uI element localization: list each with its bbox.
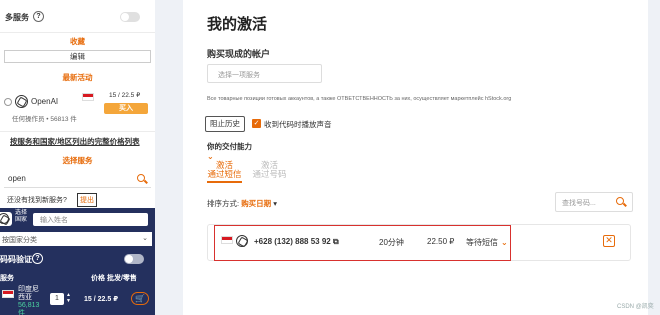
multi-service-label: 多服务 xyxy=(5,13,29,22)
sidebar: 多服务 ? 收藏 编辑 最新活动 OpenAI 15 / 22.5 ₽ 买入 任… xyxy=(0,0,155,315)
name-input[interactable]: 输入姓名 xyxy=(33,213,148,226)
country-cell: 印度尼西亚 56,813 件 xyxy=(18,286,44,315)
buy-ready-accounts-label: 购买现成的帐户 xyxy=(207,49,271,59)
service-logo-tab xyxy=(0,212,12,226)
sound-checkbox[interactable]: ✓ xyxy=(252,119,261,128)
radio-icon[interactable] xyxy=(4,98,12,106)
not-found-question: 还没有找到新服务? xyxy=(7,197,67,204)
not-found-row: 还没有找到新服务? 提出 xyxy=(0,193,155,207)
sort-value[interactable]: 购买日期 xyxy=(241,199,271,208)
help-icon[interactable]: ? xyxy=(32,253,43,264)
cancel-activation-button[interactable]: ✕ xyxy=(603,235,615,247)
sms-verify-toggle[interactable] xyxy=(124,254,144,264)
multi-service-row: 多服务 ? xyxy=(0,8,155,26)
search-icon[interactable] xyxy=(616,197,624,205)
quantity-input[interactable]: 1 xyxy=(50,293,64,305)
quantity-stepper-icon[interactable]: ▲ ▼ xyxy=(66,292,71,304)
country-price: 15 / 22.5 ₽ xyxy=(84,296,119,303)
price-column-header: 价格 批发/零售 xyxy=(91,275,137,282)
service-column-header: 服务 xyxy=(0,275,14,282)
latest-activity-label: 最新活动 xyxy=(62,73,93,82)
sort-caret-icon: ▾ xyxy=(273,199,278,208)
chevron-down-icon: ⌄ xyxy=(142,235,148,242)
openai-icon xyxy=(0,213,9,224)
pieces-count: 56,813 件 xyxy=(18,302,40,315)
sms-verify-label: 码码验证 xyxy=(0,255,32,264)
delivery-capability-label: 你的交付能力 xyxy=(207,142,252,151)
submit-service-button[interactable]: 提出 xyxy=(77,193,97,207)
select-country-label: 选择国家 xyxy=(15,210,28,223)
sort-label: 排序方式: xyxy=(207,199,240,208)
favorites-link[interactable]: 收藏 xyxy=(0,32,155,46)
search-underline xyxy=(4,187,151,188)
latest-service-item[interactable]: OpenAI 15 / 22.5 ₽ 买入 任何操作员 • 56813 件 xyxy=(0,88,155,124)
search-icon[interactable] xyxy=(137,174,145,182)
country-select-label: 按国家分类 xyxy=(2,237,37,244)
edit-button[interactable]: 编辑 xyxy=(4,50,151,63)
tab-number-activation[interactable]: 激活 通过号码 xyxy=(252,161,287,179)
multi-service-toggle[interactable] xyxy=(120,12,140,22)
choose-service-label: 选择服务 xyxy=(62,156,93,165)
country-panel: 选择国家 输入姓名 按国家分类 ⌄ 码码验证 ? 服务 价格 批发/零售 印度尼… xyxy=(0,208,155,315)
service-search-input[interactable]: open xyxy=(8,174,26,183)
indonesia-flag-icon xyxy=(82,93,94,101)
tab-sms-activation[interactable]: 激活 通过短信 xyxy=(207,161,242,183)
page-title: 我的激活 xyxy=(207,16,268,33)
watermark: CSDN @凯奕 xyxy=(617,304,654,310)
full-price-row: 按服务和国家/地区列出的完整价格列表 xyxy=(0,131,155,147)
service-name: OpenAI xyxy=(31,97,59,106)
service-price: 15 / 22.5 ₽ xyxy=(109,92,141,99)
buy-button[interactable]: 买入 xyxy=(104,103,148,114)
full-price-list-link[interactable]: 按服务和国家/地区列出的完整价格列表 xyxy=(0,136,155,147)
block-history-button[interactable]: 阻止历史 xyxy=(205,116,245,132)
sort-control[interactable]: 排序方式: 购买日期 ▾ xyxy=(207,198,277,209)
activations-card: 我的激活 购买现成的帐户 选择一项服务 Все товарные позиции… xyxy=(183,0,648,315)
marketplace-disclaimer: Все товарные позиции готовых аккаунтов, … xyxy=(207,96,512,102)
service-search[interactable]: open xyxy=(0,170,155,188)
stock-info: 任何操作员 • 56813 件 xyxy=(12,116,77,123)
edit-row: 编辑 xyxy=(0,50,155,66)
number-search-placeholder: 查找号码... xyxy=(562,200,596,207)
service-select-input[interactable]: 选择一项服务 xyxy=(207,64,322,83)
tab-label-line2: 通过短信 xyxy=(207,169,242,179)
indonesia-flag-icon xyxy=(2,290,14,298)
openai-icon xyxy=(15,95,28,108)
tab-label-line2: 通过号码 xyxy=(252,169,287,179)
cart-icon[interactable]: 🛒 xyxy=(131,292,149,305)
country-select[interactable]: 按国家分类 ⌄ xyxy=(0,232,152,246)
country-name: 印度尼西亚 xyxy=(18,286,39,301)
number-search-input[interactable]: 查找号码... xyxy=(555,192,633,212)
chevron-down-icon[interactable]: ⌄ xyxy=(207,152,214,161)
help-icon[interactable]: ? xyxy=(33,11,44,22)
sound-checkbox-label: 收到代码时播放声音 xyxy=(264,120,332,129)
highlight-box xyxy=(214,225,511,261)
